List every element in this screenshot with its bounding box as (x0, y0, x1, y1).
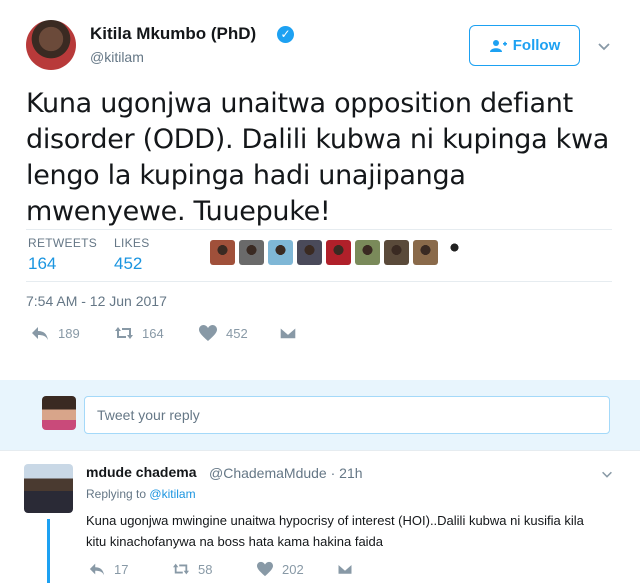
liker-avatar[interactable] (413, 240, 438, 265)
reply-text: Kuna ugonjwa mwingine unaitwa hypocrisy … (86, 513, 584, 549)
direct-message-icon (337, 563, 353, 575)
chevron-down-icon[interactable] (600, 467, 614, 481)
main-tweet: Kitila Mkumbo (PhD) ✓ @kitilam Follow Ku… (0, 0, 640, 380)
direct-message-icon (279, 326, 297, 340)
liker-avatar[interactable] (326, 240, 351, 265)
tweet-timestamp[interactable]: 7:54 AM - 12 Jun 2017 (26, 293, 167, 309)
divider (26, 281, 612, 282)
retweets-stat[interactable]: RETWEETS 164 (28, 236, 97, 274)
liker-avatar[interactable] (268, 240, 293, 265)
reply-author-name[interactable]: mdude chadema (86, 464, 196, 480)
message-action[interactable] (278, 324, 298, 342)
retweet-icon (115, 327, 133, 339)
reply-author-handle[interactable]: @ChademaMdude · 21h (209, 465, 363, 481)
heart-icon (199, 325, 217, 341)
tweet-text: Kuna ugonjwa unaitwa opposition defiant … (26, 88, 610, 227)
liker-avatar[interactable] (297, 240, 322, 265)
reply-retweet-count: 58 (198, 561, 213, 577)
liker-avatar[interactable] (442, 240, 467, 265)
author-avatar[interactable] (26, 20, 76, 70)
reply-like-count: 202 (282, 561, 304, 577)
likes-label: LIKES (114, 236, 150, 250)
retweet-action[interactable]: 164 (114, 324, 164, 342)
retweet-count: 164 (142, 325, 164, 341)
replying-to-link[interactable]: @kitilam (149, 487, 195, 501)
reply-icon (32, 327, 48, 340)
reply-reply-count: 17 (114, 561, 129, 577)
reply-icon (89, 563, 105, 576)
follow-button[interactable]: Follow (469, 25, 580, 66)
verified-icon: ✓ (277, 26, 294, 43)
add-user-icon (489, 39, 507, 52)
retweets-count: 164 (28, 254, 57, 273)
reply-composer: Tweet your reply (0, 380, 640, 450)
reply-reply-action[interactable]: 17 (88, 561, 128, 577)
reply-author-avatar[interactable] (24, 464, 73, 513)
liker-avatars (210, 240, 467, 265)
reply-like-action[interactable]: 202 (256, 561, 304, 577)
reply-retweet-action[interactable]: 58 (172, 561, 212, 577)
reply-message-action[interactable] (336, 561, 354, 577)
current-user-avatar[interactable] (42, 396, 76, 430)
heart-icon (257, 561, 273, 577)
liker-avatar[interactable] (239, 240, 264, 265)
chevron-down-icon[interactable] (596, 38, 612, 54)
retweets-label: RETWEETS (28, 236, 98, 250)
retweet-icon (173, 563, 189, 575)
reply-input[interactable]: Tweet your reply (84, 396, 610, 434)
likes-stat[interactable]: LIKES 452 (114, 236, 150, 274)
replying-to: Replying to @kitilam (86, 487, 196, 501)
reply-count: 189 (58, 325, 80, 341)
liker-avatar[interactable] (384, 240, 409, 265)
likes-count: 452 (114, 254, 143, 273)
like-count: 452 (226, 325, 248, 341)
follow-label: Follow (512, 37, 561, 54)
thread-line (47, 519, 50, 583)
reply-action[interactable]: 189 (30, 324, 80, 342)
like-action[interactable]: 452 (198, 324, 248, 342)
liker-avatar[interactable] (210, 240, 235, 265)
author-name[interactable]: Kitila Mkumbo (PhD) (90, 24, 256, 44)
divider (26, 229, 612, 230)
author-handle[interactable]: @kitilam (90, 49, 144, 65)
reply-tweet: mdude chadema @ChademaMdude · 21h Replyi… (0, 450, 640, 583)
replying-prefix: Replying to (86, 487, 147, 501)
liker-avatar[interactable] (355, 240, 380, 265)
